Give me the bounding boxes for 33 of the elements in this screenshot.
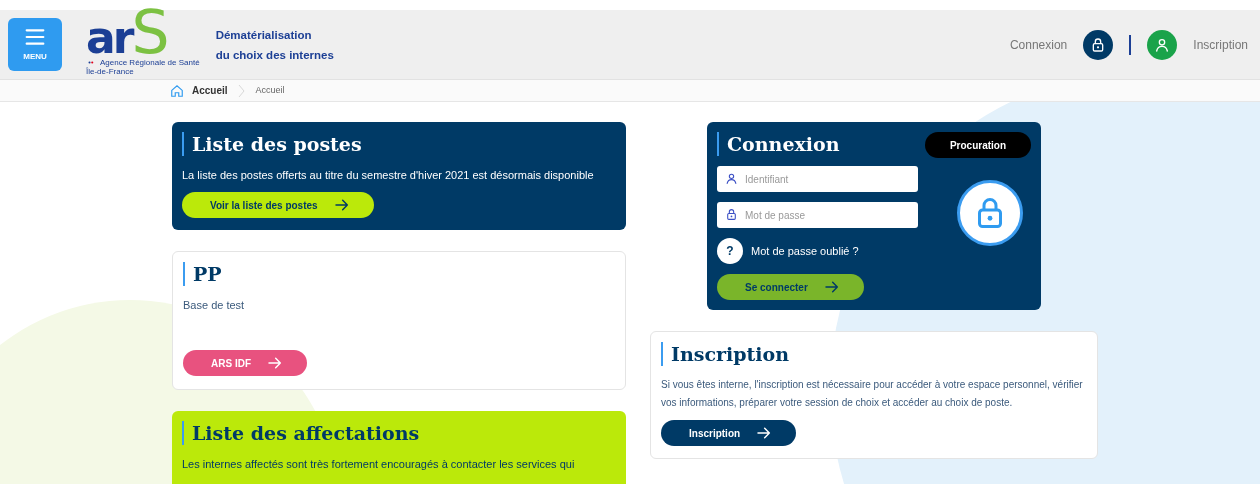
proxy-button[interactable]: Procuration <box>925 132 1031 158</box>
breadcrumb-current: Accueil <box>255 83 285 97</box>
card-text: Base de test <box>183 298 246 313</box>
site-title: du choix des internes <box>215 47 334 63</box>
logo-subtitle: Agence Régionale de Santé <box>100 58 200 67</box>
card-title: PP <box>183 262 615 286</box>
help-icon: ? <box>717 238 743 264</box>
card-title: Inscription <box>661 342 1087 366</box>
signup-button[interactable]: Inscription <box>661 420 797 446</box>
forgot-password-link[interactable]: Mot de passe oublié ? <box>751 242 859 260</box>
lock-icon[interactable] <box>1083 29 1114 60</box>
user-icon <box>725 172 738 185</box>
signup-link[interactable]: Inscription <box>1193 35 1248 54</box>
card-text: La liste des postes offerts au titre du semestre d'hiver 2021 est désormais disponible <box>182 168 595 183</box>
site-title: Dématérialisation <box>215 27 313 43</box>
card-text: Si vous êtes interne, l'inscription est nécessaire pour accéder à votre espace personnel, vérifier vos informations, préparer votre session de choix et accéder au choix de poste. <box>661 378 1084 410</box>
card-title: Liste des postes <box>182 132 616 156</box>
action-button[interactable]: Voir la liste des postes <box>182 192 374 218</box>
card-title: Connexion <box>717 132 840 156</box>
login-link[interactable]: Connexion <box>1009 35 1068 54</box>
logo-subtitle: Île-de-France <box>86 67 135 76</box>
breadcrumb-link[interactable]: Accueil <box>192 83 228 98</box>
password-field[interactable]: Mot de passe <box>717 202 918 228</box>
card-title: Liste des affectations <box>182 421 616 445</box>
submit-button[interactable]: Se connecter <box>717 274 864 300</box>
user-icon[interactable] <box>1147 29 1178 60</box>
lock-icon <box>725 208 738 221</box>
dots-icon <box>86 60 96 65</box>
action-button[interactable]: ARS IDF <box>183 350 307 376</box>
logo-wordmark: arS <box>86 7 168 58</box>
card-text: Les internes affectés sont très fortement encouragés à contacter les services qui <box>182 457 576 472</box>
username-field[interactable]: Identifiant <box>717 166 918 192</box>
home-icon <box>170 83 184 98</box>
